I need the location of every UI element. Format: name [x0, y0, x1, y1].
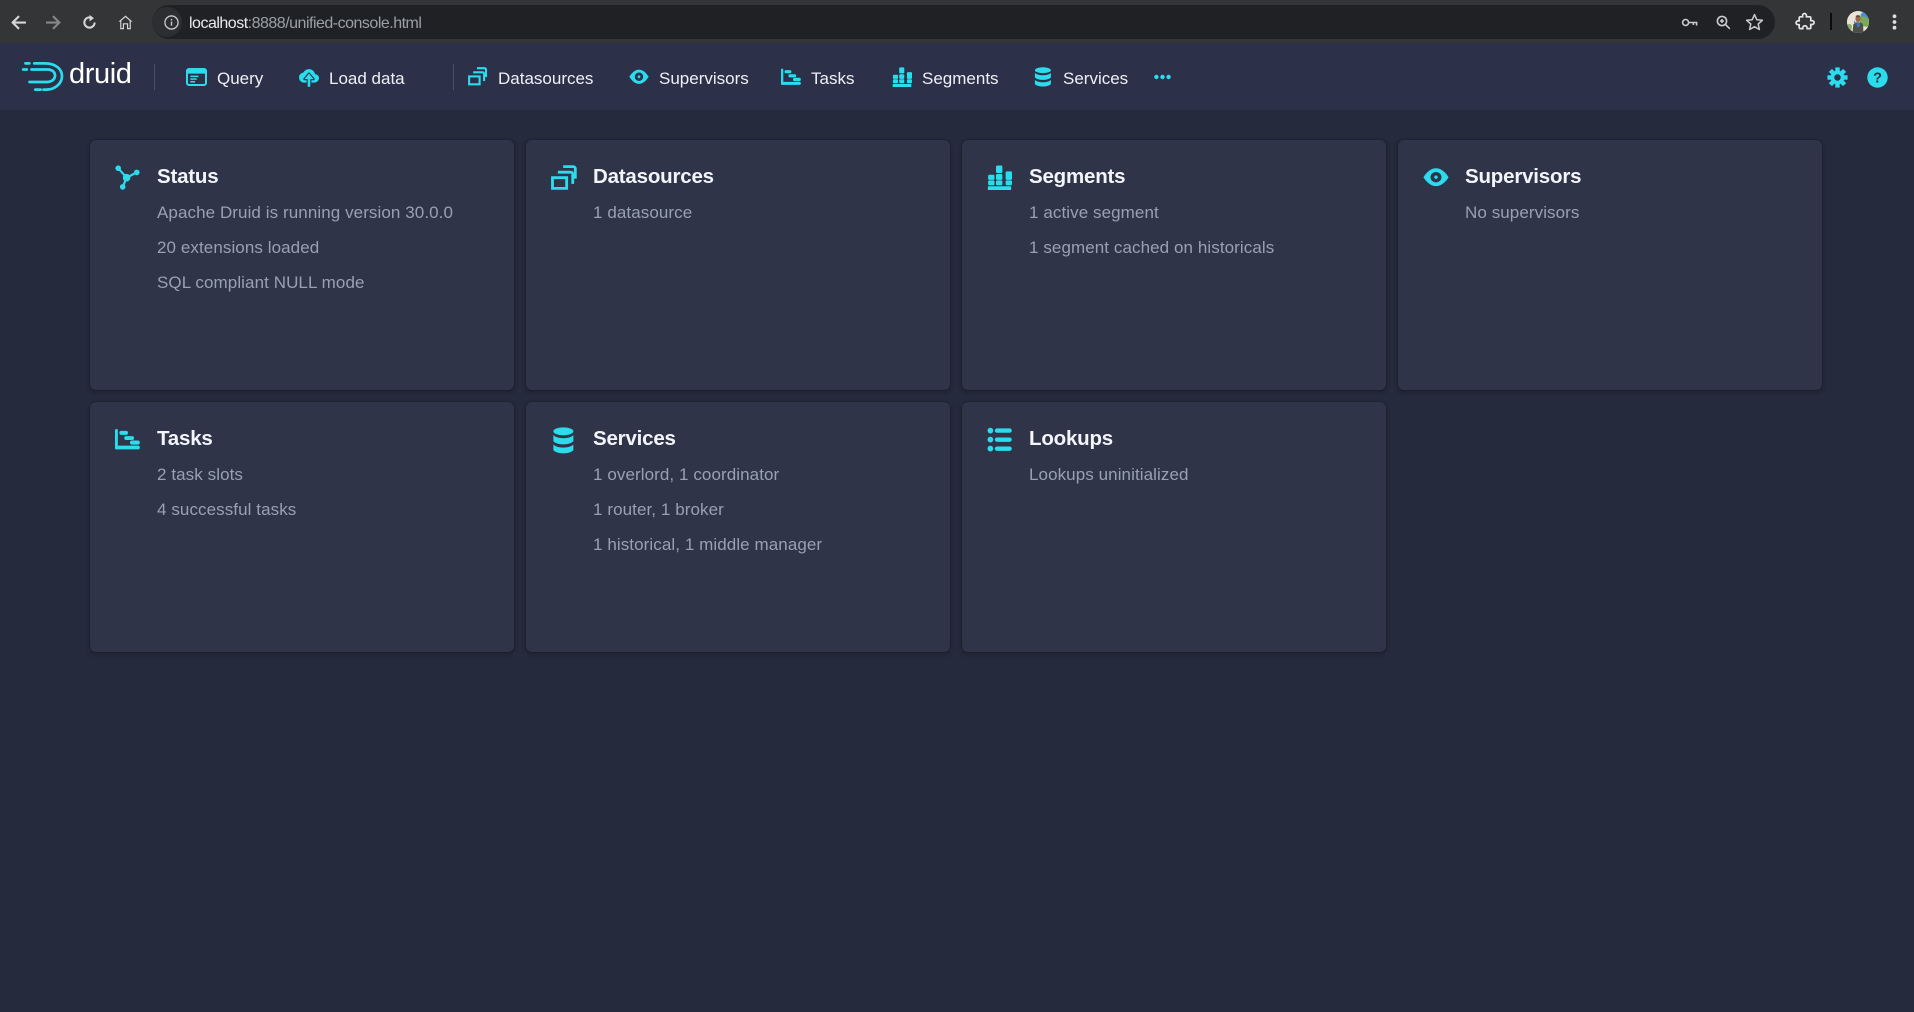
svg-text:?: ?	[1873, 70, 1882, 86]
